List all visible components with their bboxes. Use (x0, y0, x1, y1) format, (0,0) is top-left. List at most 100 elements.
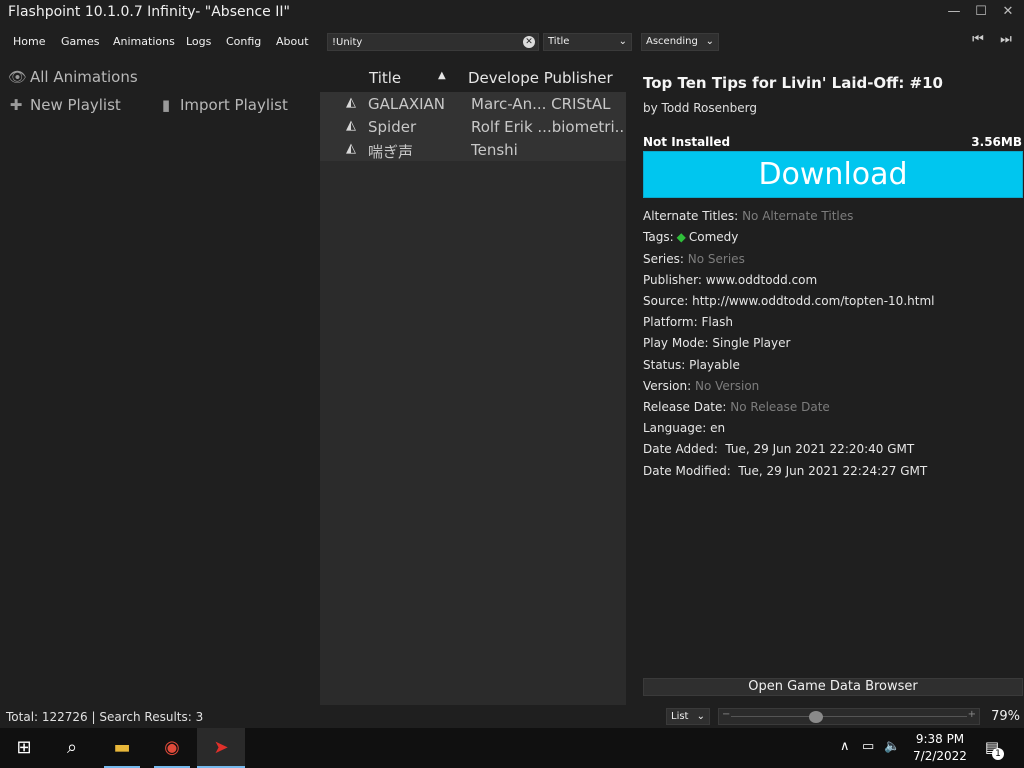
field-label: Series: (643, 252, 684, 266)
menu-animations[interactable]: Animations (113, 35, 175, 48)
chevron-down-icon: ⌄ (705, 36, 714, 47)
sort-field-select[interactable]: Title ⌄ (543, 33, 632, 51)
field-label: Play Mode: (643, 336, 709, 350)
clock-date: 7/2/2022 (913, 749, 967, 763)
chrome-button[interactable]: ◉ (148, 728, 196, 768)
taskbar-search-button[interactable]: ⌕ (48, 728, 96, 768)
field-label: Version: (643, 379, 692, 393)
menu-games[interactable]: Games (61, 35, 99, 48)
field-value: No Series (687, 252, 745, 266)
import-playlist-button[interactable]: ▮ Import Playlist (158, 96, 288, 114)
open-game-data-browser-button[interactable]: Open Game Data Browser (643, 678, 1023, 696)
field-value: No Alternate Titles (742, 209, 854, 223)
system-clock[interactable]: 9:38 PM 7/2/2022 (908, 731, 972, 765)
field-label: Language: (643, 421, 707, 435)
table-row[interactable]: ◭ GALAXIAN Marc-An... CRIStAL (320, 92, 626, 115)
field-platform: Platform: Flash (643, 315, 733, 329)
file-explorer-button[interactable]: ▬ (98, 728, 146, 768)
field-label: Release Date: (643, 400, 727, 414)
sort-field-value: Title (548, 36, 570, 47)
field-label: Source: (643, 294, 689, 308)
status-bar: Total: 122726 | Search Results: 3 List ⌄… (0, 706, 1024, 728)
field-value: en (710, 421, 726, 435)
game-author: by Todd Rosenberg (643, 101, 757, 115)
field-version: Version: No Version (643, 379, 759, 393)
game-list: Title ▲ Develope Publisher ◭ GALAXIAN Ma… (320, 60, 626, 705)
search-summary: Total: 122726 | Search Results: 3 (6, 710, 204, 724)
field-release-date: Release Date: No Release Date (643, 400, 830, 414)
notification-center-button[interactable]: ▤ 1 (980, 738, 1004, 760)
sort-ascending-icon[interactable]: ▲ (438, 70, 446, 81)
field-label: Status: (643, 358, 686, 372)
game-detail-panel: Top Ten Tips for Livin' Laid-Off: #10 by… (636, 60, 1024, 705)
view-mode-select[interactable]: List ⌄ (666, 708, 710, 725)
show-hidden-icons-icon[interactable]: ∧ (840, 739, 850, 754)
field-series: Series: No Series (643, 252, 745, 266)
unity-icon: ◭ (346, 95, 356, 110)
row-title: 喘ぎ声 (368, 143, 414, 161)
toggle-right-sidebar-icon[interactable]: ⏭ (996, 31, 1016, 49)
column-title[interactable]: Title (369, 69, 401, 87)
new-playlist-label: New Playlist (30, 96, 121, 114)
tag-icon: ◆ (676, 230, 686, 244)
install-status: Not Installed (643, 135, 731, 149)
tag-comedy[interactable]: Comedy (689, 230, 739, 244)
list-header: Title ▲ Develope Publisher (320, 60, 626, 92)
field-value: Single Player (712, 336, 791, 350)
flashpoint-button[interactable]: ➤ (197, 728, 245, 768)
sidebar-item-all-animations[interactable]: 👁 All Animations (8, 68, 138, 86)
flashpoint-icon: ➤ (213, 737, 229, 758)
window-title: Flashpoint 10.1.0.7 Infinity- "Absence I… (8, 4, 290, 20)
row-developer: Rolf Erik ...biometri... (471, 118, 623, 136)
row-title: Spider (368, 118, 417, 136)
slider-thumb[interactable] (808, 711, 823, 723)
field-value: www.oddtodd.com (705, 273, 818, 287)
field-value: Flash (701, 315, 733, 329)
clock-time: 9:38 PM (915, 732, 965, 746)
close-button[interactable]: ✕ (997, 3, 1019, 21)
field-value: Playable (689, 358, 740, 372)
field-date-added: Date Added: Tue, 29 Jun 2021 22:20:40 GM… (643, 442, 914, 456)
start-button[interactable]: ⊞ (0, 728, 48, 768)
network-icon[interactable]: ▭ (862, 739, 874, 754)
field-label: Platform: (643, 315, 698, 329)
left-sidebar: 👁 All Animations ✚ New Playlist ▮ Import Pl… (0, 60, 320, 705)
folder-icon: ▬ (113, 737, 131, 758)
field-date-modified: Date Modified: Tue, 29 Jun 2021 22:24:27… (643, 464, 927, 478)
field-publisher: Publisher: www.oddtodd.com (643, 273, 817, 287)
view-mode-value: List (671, 711, 689, 722)
column-developer-publisher[interactable]: Develope Publisher (468, 69, 613, 87)
zoom-slider[interactable]: − + (718, 708, 980, 725)
search-box: ✕ (327, 33, 539, 51)
sort-order-select[interactable]: Ascending ⌄ (641, 33, 719, 51)
volume-icon[interactable]: 🔈 (884, 739, 900, 754)
maximize-button[interactable]: ☐ (970, 3, 992, 21)
download-button[interactable]: Download (643, 151, 1023, 198)
sidebar-item-label: All Animations (30, 68, 138, 86)
import-playlist-label: Import Playlist (180, 96, 288, 114)
menu-home[interactable]: Home (13, 35, 45, 48)
clear-search-icon[interactable]: ✕ (523, 36, 535, 48)
slider-track (731, 716, 967, 717)
notification-badge: 1 (992, 748, 1004, 760)
menu-logs[interactable]: Logs (186, 35, 211, 48)
field-label: Publisher: (643, 273, 702, 287)
row-title: GALAXIAN (368, 95, 446, 113)
table-row[interactable]: ◭ 喘ぎ声 Tenshi (320, 138, 626, 161)
row-developer: Tenshi (471, 141, 518, 159)
field-language: Language: en (643, 421, 725, 435)
table-row[interactable]: ◭ Spider Rolf Erik ...biometri... (320, 115, 626, 138)
chrome-icon: ◉ (164, 737, 180, 758)
toggle-left-sidebar-icon[interactable]: ⏮ (968, 31, 988, 49)
field-label: Alternate Titles: (643, 209, 739, 223)
row-developer: Marc-An... CRIStAL (471, 95, 611, 113)
zoom-out-icon[interactable]: − (722, 709, 730, 720)
zoom-in-icon[interactable]: + (968, 709, 976, 720)
new-playlist-button[interactable]: ✚ New Playlist (8, 96, 121, 114)
minimize-button[interactable]: — (943, 3, 965, 21)
field-source: Source: http://www.oddtodd.com/topten-10… (643, 294, 934, 308)
menu-config[interactable]: Config (226, 35, 261, 48)
search-icon: ⌕ (66, 737, 78, 758)
menu-about[interactable]: About (276, 35, 309, 48)
search-input[interactable] (332, 35, 518, 49)
